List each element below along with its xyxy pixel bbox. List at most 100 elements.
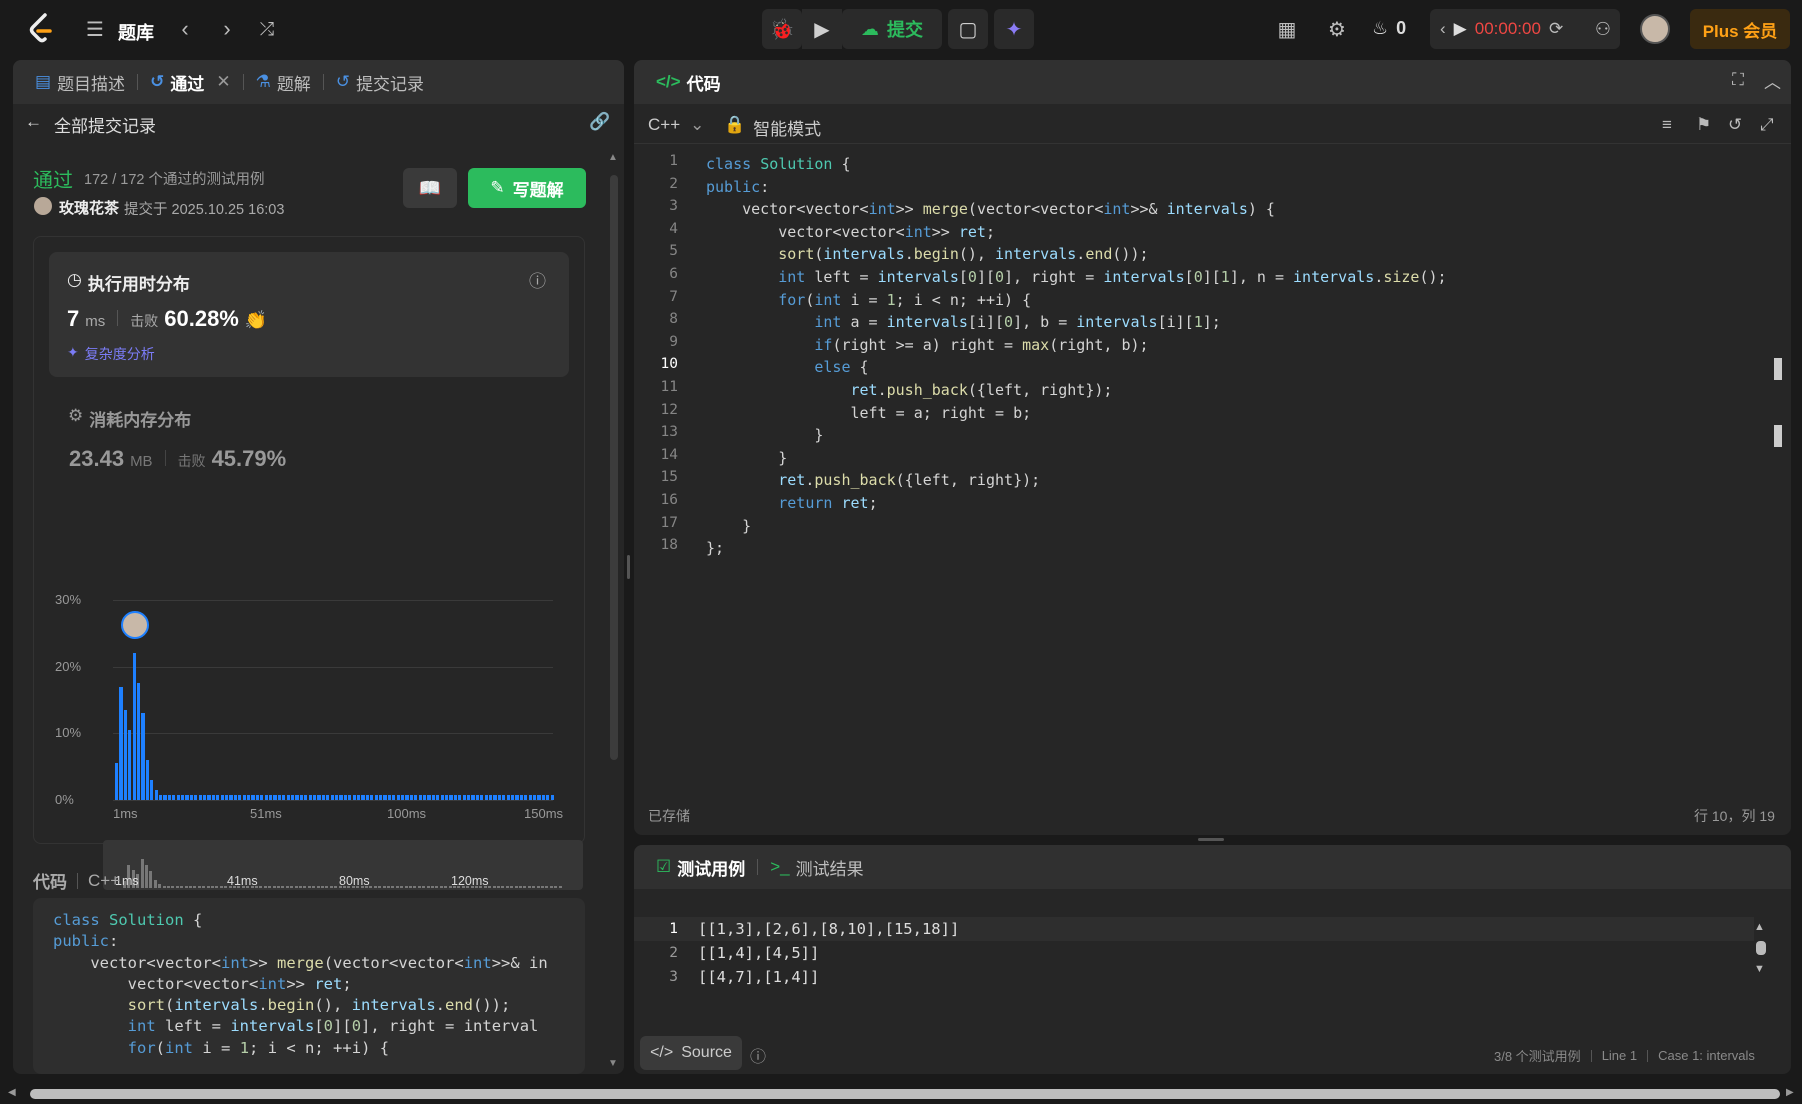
debug-button[interactable]: 🐞 xyxy=(762,9,802,49)
run-button[interactable]: ▶ xyxy=(802,9,842,49)
timer-play-icon[interactable]: ▶ xyxy=(1454,19,1467,39)
chart-bar[interactable] xyxy=(141,713,145,800)
scroll-right-icon[interactable]: ▶ xyxy=(1786,1087,1794,1098)
user-avatar[interactable] xyxy=(34,197,52,215)
ai-button[interactable]: ✦ xyxy=(994,9,1034,49)
chart-bar[interactable] xyxy=(475,794,479,800)
chart-bar[interactable] xyxy=(159,794,163,800)
code-line[interactable]: 4 vector<vector<int>> ret; xyxy=(634,221,1774,244)
your-submission-marker[interactable] xyxy=(120,611,149,640)
smart-mode[interactable]: 🔒 智能模式 xyxy=(724,115,821,140)
chart-bar[interactable] xyxy=(339,794,343,800)
chart-bar[interactable] xyxy=(220,794,224,800)
chart-bar[interactable] xyxy=(176,794,180,800)
scroll-down-icon[interactable]: ▼ xyxy=(608,1058,618,1069)
arrow-left-icon[interactable]: ← xyxy=(25,112,42,137)
chart-bar[interactable] xyxy=(335,794,339,800)
note-button[interactable]: ▢ xyxy=(948,9,988,49)
range-slider[interactable]: 1ms 41ms 80ms 120ms xyxy=(103,840,583,890)
next-problem-icon[interactable]: › xyxy=(210,12,244,46)
chart-bar[interactable] xyxy=(502,794,506,800)
code-line[interactable]: 9 if(right >= a) right = max(right, b); xyxy=(634,334,1774,357)
chart-bar[interactable] xyxy=(431,794,435,800)
chart-bar[interactable] xyxy=(387,794,391,800)
chart-bar[interactable] xyxy=(163,794,167,800)
tab-submissions[interactable]: ↺ 提交记录 xyxy=(330,70,430,95)
chart-bar[interactable] xyxy=(484,794,488,800)
tab-test-result[interactable]: >_ 测试结果 xyxy=(764,855,869,880)
chart-bar[interactable] xyxy=(374,794,378,800)
left-scrollbar[interactable] xyxy=(610,175,618,760)
chart-bar[interactable] xyxy=(185,794,189,800)
chart-bar[interactable] xyxy=(440,794,444,800)
tab-testcase[interactable]: ☑ 测试用例 xyxy=(650,855,751,880)
collapse-icon[interactable]: ︿ xyxy=(1764,68,1781,93)
chart-bar[interactable] xyxy=(352,794,356,800)
chart-bar[interactable] xyxy=(216,794,220,800)
chart-bar[interactable] xyxy=(251,794,255,800)
back-row[interactable]: ← 全部提交记录 xyxy=(25,112,156,137)
testcase-scroll-thumb[interactable] xyxy=(1756,941,1766,955)
chart-bar[interactable] xyxy=(541,794,545,800)
chart-bar[interactable] xyxy=(546,794,550,800)
chart-bar[interactable] xyxy=(370,794,374,800)
chart-bar[interactable] xyxy=(462,794,466,800)
chart-bar[interactable] xyxy=(401,794,405,800)
chart-bar[interactable] xyxy=(264,794,268,800)
testcase-editor[interactable]: 1 [[1,3],[2,6],[8,10],[15,18]] 2 [[1,4],[4,… xyxy=(634,917,1754,987)
chart-bar[interactable] xyxy=(167,794,171,800)
gear-icon[interactable]: ⚙ xyxy=(1320,12,1354,46)
chart-bar[interactable] xyxy=(515,794,519,800)
expand-icon[interactable]: ⤢ xyxy=(1760,115,1774,135)
testcase-scroll-up-icon[interactable]: ▲ xyxy=(1754,921,1765,933)
chart-bar[interactable] xyxy=(247,794,251,800)
chart-bar[interactable] xyxy=(480,794,484,800)
avatar[interactable] xyxy=(1640,14,1670,44)
chart-bar[interactable] xyxy=(533,794,537,800)
shuffle-icon[interactable]: ⤮ xyxy=(250,12,284,46)
chart-bar[interactable] xyxy=(150,780,154,800)
chart-bar[interactable] xyxy=(189,794,193,800)
chart-bar[interactable] xyxy=(313,794,317,800)
chart-bar[interactable] xyxy=(255,794,259,800)
chart-bar[interactable] xyxy=(511,794,515,800)
chart-bar[interactable] xyxy=(181,794,185,800)
chart-bar[interactable] xyxy=(304,794,308,800)
tab-code[interactable]: </> 代码 xyxy=(650,70,727,95)
chart-bar[interactable] xyxy=(423,794,427,800)
chart-bar[interactable] xyxy=(497,794,501,800)
chart-bar[interactable] xyxy=(119,686,123,800)
chart-bar[interactable] xyxy=(506,794,510,800)
chart-bar[interactable] xyxy=(489,794,493,800)
streak[interactable]: ♨ 0 xyxy=(1372,18,1406,39)
runtime-distribution-chart[interactable]: 30% 20% 10% 0% 1ms 51ms 100ms 150ms 1ms 41ms 80ms 1… xyxy=(53,530,583,890)
chart-bar[interactable] xyxy=(493,794,497,800)
close-icon[interactable]: ✕ xyxy=(216,72,230,92)
language-select[interactable]: C++ ⌄ xyxy=(648,115,704,135)
tab-solutions[interactable]: ⚗ 题解 xyxy=(250,70,317,95)
chart-bar[interactable] xyxy=(286,794,290,800)
chart-bar[interactable] xyxy=(225,794,229,800)
chart-bar[interactable] xyxy=(379,794,383,800)
chart-bar[interactable] xyxy=(123,710,127,800)
chart-bar[interactable] xyxy=(145,760,149,800)
list-icon[interactable]: ☰ xyxy=(78,12,112,46)
code-line[interactable]: 7 for(int i = 1; i < n; ++i) { xyxy=(634,289,1774,312)
code-line[interactable]: 5 sort(intervals.begin(), intervals.end(… xyxy=(634,243,1774,266)
testcase-line[interactable]: 1 [[1,3],[2,6],[8,10],[15,18]] xyxy=(634,917,1754,941)
chart-bar[interactable] xyxy=(528,794,532,800)
panel-resize-handle[interactable] xyxy=(1198,838,1224,841)
chart-bar[interactable] xyxy=(291,794,295,800)
chart-bar[interactable] xyxy=(317,794,321,800)
chart-bar[interactable] xyxy=(330,794,334,800)
chart-bar[interactable] xyxy=(172,794,176,800)
chart-bar[interactable] xyxy=(467,794,471,800)
memory-title[interactable]: ⚙ 消耗内存分布 xyxy=(68,406,191,431)
chart-bar[interactable] xyxy=(260,794,264,800)
code-line[interactable]: 3 vector<vector<int>> merge(vector<vecto… xyxy=(634,198,1774,221)
scroll-left-icon[interactable]: ◀ xyxy=(8,1087,16,1098)
chart-bar[interactable] xyxy=(137,683,141,800)
fullscreen-icon[interactable]: ⛶ xyxy=(1732,70,1744,90)
chart-bar[interactable] xyxy=(445,794,449,800)
code-line[interactable]: 18}; xyxy=(634,537,1774,560)
